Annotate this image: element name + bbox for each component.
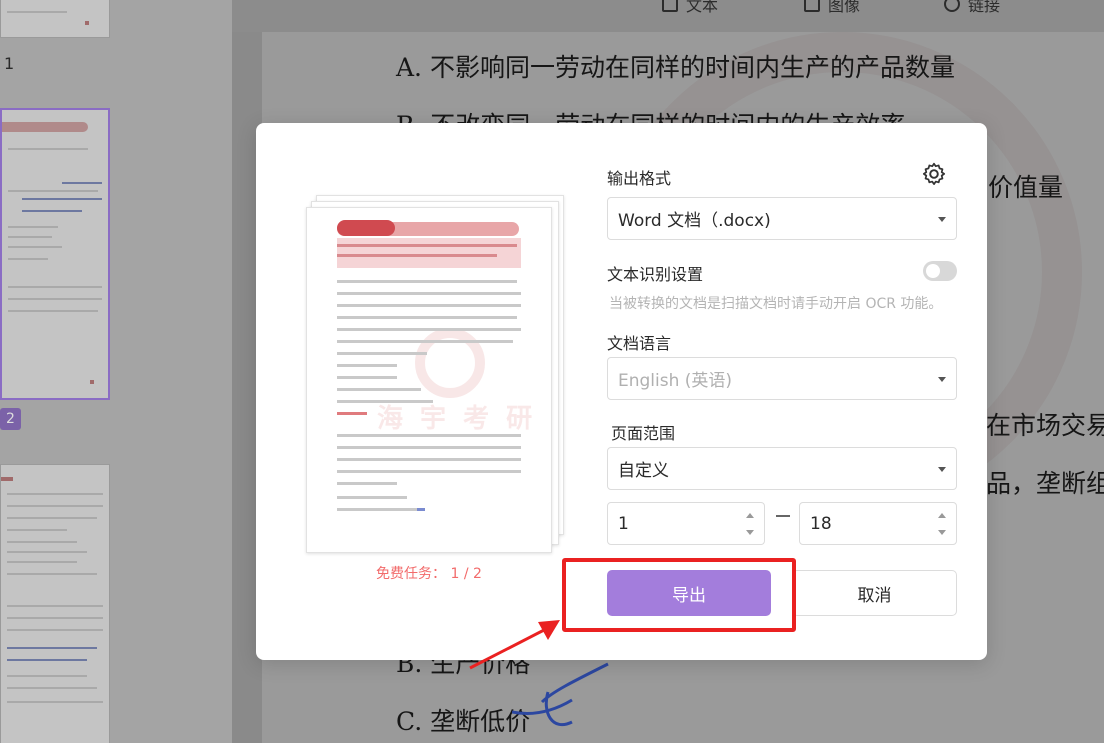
free-task-counter: 免费任务： 1 / 2 [376, 566, 482, 582]
preview-page: 海 宇 考 研 [306, 207, 552, 553]
toggle-knob [926, 264, 940, 278]
thumbnail-sidebar: 1 2 [0, 0, 232, 743]
thumbnail-page-3[interactable] [0, 464, 110, 743]
thumbnail-page-1[interactable] [0, 0, 110, 38]
pen-annotation [512, 662, 609, 727]
document-language-label: 文档语言 [607, 334, 672, 353]
chevron-down-icon [938, 216, 946, 222]
cancel-button[interactable]: 取消 [792, 570, 957, 616]
link-tool-label: 链接 [968, 0, 1001, 15]
page-range-value: 自定义 [618, 461, 669, 481]
page-range-label: 页面范围 [611, 424, 676, 443]
image-tool-label: 图像 [828, 0, 861, 15]
settings-gear-icon[interactable] [921, 161, 947, 187]
text-tool-icon [662, 0, 678, 12]
output-format-label: 输出格式 [607, 169, 672, 188]
document-language-select[interactable]: English (英语) [607, 357, 957, 400]
stepper-arrows-icon[interactable] [938, 511, 948, 537]
ocr-toggle[interactable] [923, 261, 957, 281]
chevron-down-icon [938, 466, 946, 472]
stepper-arrows-icon[interactable] [746, 511, 756, 537]
text-tool-label: 文本 [686, 0, 719, 15]
highlight-annotation-box [562, 558, 796, 632]
ocr-hint: 当被转换的文档是扫描文档时请手动开启 OCR 功能。 [609, 296, 943, 312]
preview-watermark-text: 海 宇 考 研 [377, 404, 537, 434]
preview-watermark-circle [415, 328, 485, 398]
image-tool-icon [804, 0, 820, 12]
range-separator [776, 515, 790, 517]
image-tool[interactable]: 图像 [804, 0, 860, 16]
thumbnail-page-2[interactable] [0, 108, 110, 400]
page-to-stepper[interactable]: 18 [799, 502, 957, 545]
top-toolbar: 文本 图像 链接 [232, 0, 1104, 32]
thumbnail-page-number: 1 [4, 54, 15, 73]
document-line: C. 垄断低价 [396, 707, 531, 736]
document-line: 品，垄断组 [986, 469, 1104, 498]
document-language-value: English (英语) [618, 371, 733, 391]
preview-highlight-block [337, 238, 521, 268]
thumbnail-page-number-active: 2 [0, 408, 21, 430]
link-tool[interactable]: 链接 [944, 0, 1000, 16]
document-preview: 海 宇 考 研 [306, 193, 566, 559]
output-format-select[interactable]: Word 文档（.docx) [607, 197, 957, 240]
page-from-value: 1 [618, 513, 629, 534]
document-line: 价值量 [988, 173, 1064, 202]
page-to-value: 18 [810, 513, 832, 534]
document-line: 在市场交易 [986, 411, 1104, 440]
chevron-down-icon [938, 376, 946, 382]
preview-banner-tag [337, 220, 395, 236]
page-from-stepper[interactable]: 1 [607, 502, 765, 545]
link-tool-icon [944, 0, 960, 12]
text-tool[interactable]: 文本 [662, 0, 718, 16]
ocr-settings-label: 文本识别设置 [607, 265, 704, 284]
page-range-select[interactable]: 自定义 [607, 447, 957, 490]
output-format-value: Word 文档（.docx) [618, 211, 771, 231]
document-line: A. 不影响同一劳动在同样的时间内生产的产品数量 [396, 53, 955, 82]
